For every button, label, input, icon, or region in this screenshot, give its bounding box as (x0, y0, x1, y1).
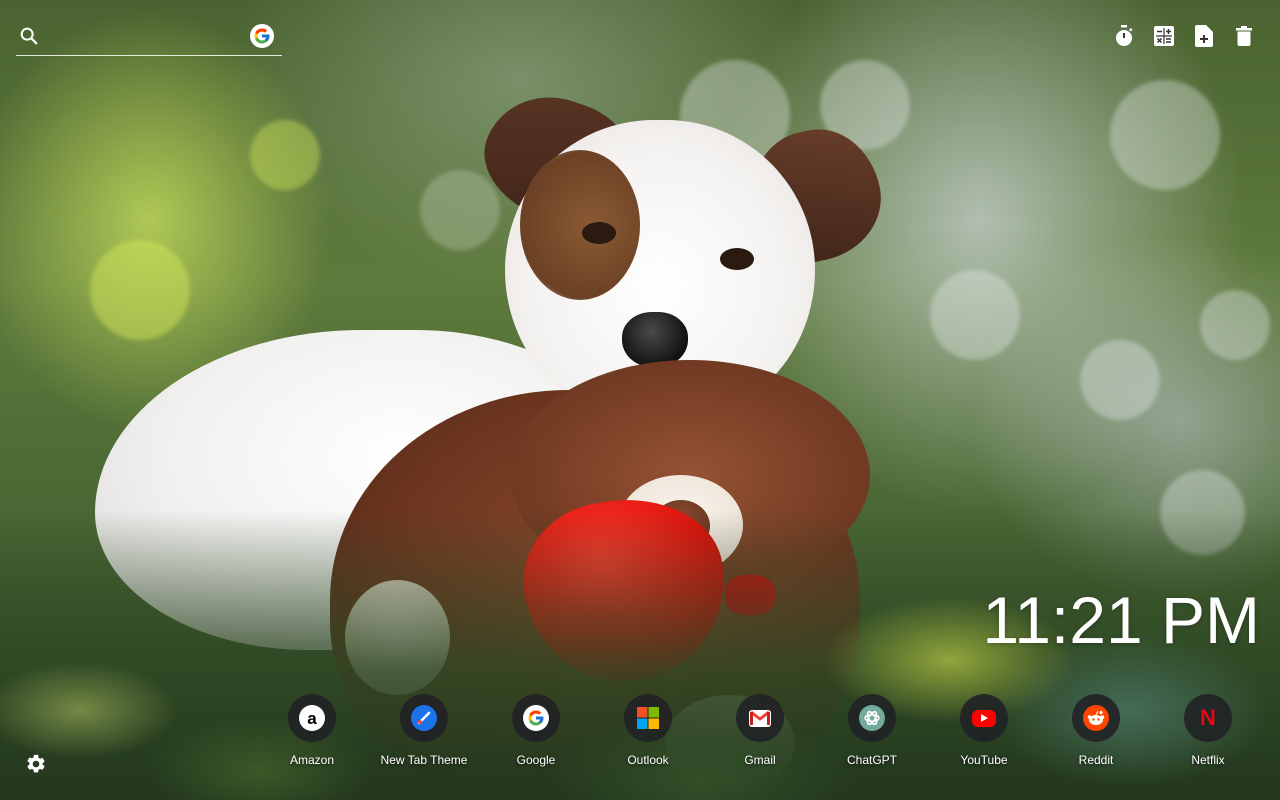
shortcut-google[interactable]: Google (480, 694, 592, 767)
shortcut-amazon[interactable]: a Amazon (256, 694, 368, 767)
shortcut-tile: a (288, 694, 336, 742)
background-photo (0, 0, 1280, 800)
dog-fur-patch (520, 150, 640, 300)
shortcut-tile (960, 694, 1008, 742)
shortcut-tile (512, 694, 560, 742)
shortcut-label: New Tab Theme (380, 753, 468, 767)
shortcuts-bar: a Amazon New Tab Theme Google Outlook Gm… (256, 694, 1264, 767)
bokeh-light (1110, 80, 1220, 190)
shortcut-tile (624, 694, 672, 742)
youtube-icon (972, 709, 996, 727)
bokeh-light (420, 170, 500, 250)
amazon-icon: a (299, 705, 325, 731)
trash-icon[interactable] (1232, 24, 1256, 48)
shortcut-label: ChatGPT (846, 753, 897, 767)
reddit-icon (1083, 705, 1109, 731)
shortcut-reddit[interactable]: Reddit (1040, 694, 1152, 767)
bokeh-light (1200, 290, 1270, 360)
shortcut-chatgpt[interactable]: ChatGPT (816, 694, 928, 767)
dog-eye (720, 248, 754, 270)
amazon-glyph: a (307, 708, 317, 728)
gear-icon[interactable] (25, 753, 47, 775)
chatgpt-icon (859, 705, 885, 731)
netflix-glyph: N (1200, 705, 1216, 730)
shortcut-youtube[interactable]: YouTube (928, 694, 1040, 767)
bokeh-light (250, 120, 320, 190)
bokeh-light (930, 270, 1020, 360)
timer-icon[interactable] (1112, 24, 1136, 48)
shortcut-tile (736, 694, 784, 742)
shortcut-label: Google (516, 753, 556, 767)
shortcut-tile (1072, 694, 1120, 742)
shortcut-gmail[interactable]: Gmail (704, 694, 816, 767)
netflix-icon: N (1195, 705, 1221, 731)
shortcut-tile (400, 694, 448, 742)
calculator-icon[interactable] (1152, 24, 1176, 48)
gmail-icon (749, 709, 771, 727)
search-input[interactable] (50, 24, 240, 50)
google-engine-icon[interactable] (250, 24, 274, 48)
shortcut-label: YouTube (960, 753, 1008, 767)
shortcut-label: Amazon (289, 753, 335, 767)
top-toolbar (1112, 24, 1256, 48)
clock-display: 11:21 PM (982, 583, 1260, 657)
shortcut-tile (848, 694, 896, 742)
shortcut-new-tab-theme[interactable]: New Tab Theme (368, 694, 480, 767)
shortcut-label: Reddit (1078, 753, 1114, 767)
shortcut-outlook[interactable]: Outlook (592, 694, 704, 767)
shortcut-label: Netflix (1191, 753, 1225, 767)
bokeh-light (90, 240, 190, 340)
new-note-icon[interactable] (1192, 24, 1216, 48)
bokeh-light (1080, 340, 1160, 420)
shortcut-tile: N (1184, 694, 1232, 742)
microsoft-icon (635, 705, 661, 731)
search-icon[interactable] (18, 25, 40, 47)
dog-eye (582, 222, 616, 244)
shortcut-label: Gmail (744, 753, 776, 767)
search-bar (16, 18, 282, 56)
shortcut-label: Outlook (627, 753, 669, 767)
new-tab-theme-icon (411, 705, 437, 731)
google-icon (523, 705, 549, 731)
shortcut-netflix[interactable]: N Netflix (1152, 694, 1264, 767)
